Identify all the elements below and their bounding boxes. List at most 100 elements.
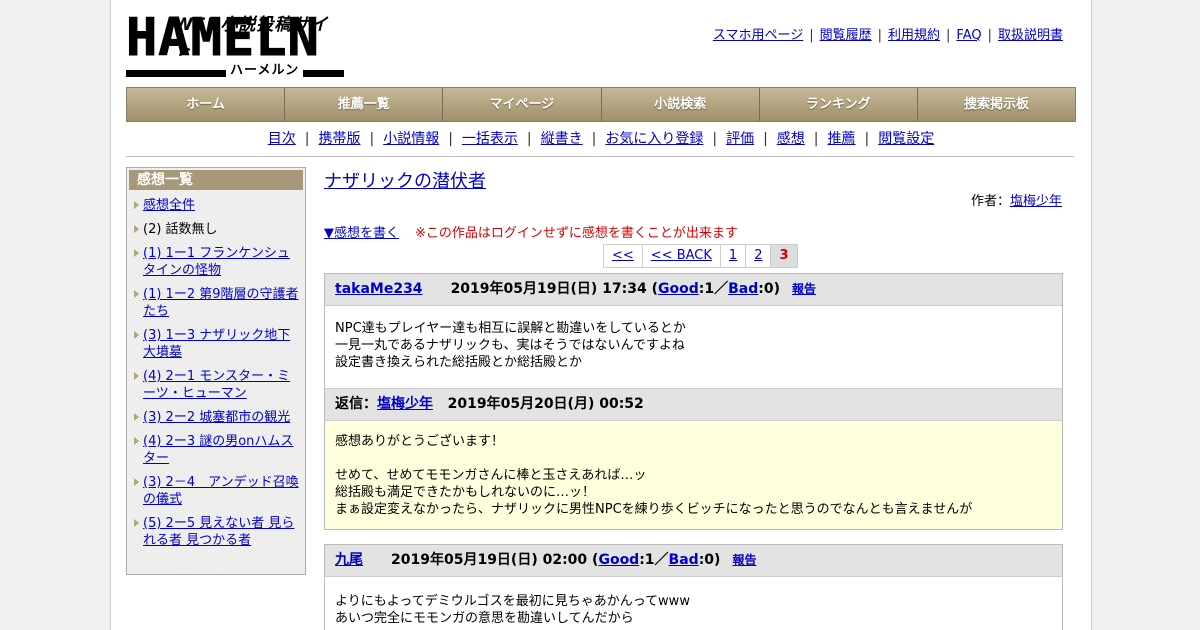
author-line: 作者：塩梅少年 xyxy=(971,190,1062,209)
nav-search-board[interactable]: 捜索掲示板 xyxy=(918,88,1075,121)
reply-body: 感想ありがとうございます！ せめて、せめてモモンガさんに棒と玉さえあれば…ッ 総… xyxy=(325,421,1062,529)
comment-sidebar: 感想一覧 感想全件 (2) 話数無し (1) 1ー1 フランケンシュタインの怪物… xyxy=(126,167,306,575)
sidebar-item-episode[interactable]: (4) 2ー3 謎の男onハムスター xyxy=(127,430,305,471)
comment-body: よりにもよってデミウルゴスを最初に見ちゃあかんってwww あいつ完全にモモンガの… xyxy=(325,577,1062,627)
main-nav: ホーム 推薦一覧 マイページ 小説検索 ランキング 捜索掲示板 xyxy=(126,87,1076,122)
reply-line: 感想ありがとうございます！ xyxy=(335,434,505,449)
reply-date: 2019年05月20日(月) 00:52 xyxy=(447,396,644,412)
comment-header: 九尾 2019年05月19日(日) 02:00 (Good:1／Bad:0) 報告 xyxy=(325,545,1062,577)
sidebar-item-label[interactable]: (4) 2ー3 謎の男onハムスター xyxy=(143,434,293,466)
report-link[interactable]: 報告 xyxy=(732,553,756,567)
sidebar-item-label[interactable]: (1) 1ー2 第9階層の守護者たち xyxy=(143,287,299,319)
good-link[interactable]: Good xyxy=(598,552,639,568)
good-count: :1 xyxy=(639,552,655,568)
subnav-comments[interactable]: 感想 xyxy=(777,131,805,147)
sidebar-item-episode[interactable]: (5) 2ー5 見えない者 見られる者 見つかる者 xyxy=(127,512,305,553)
sidebar-item-episode[interactable]: (4) 2ー1 モンスター・ミーツ・ヒューマン xyxy=(127,365,305,406)
sub-nav: 目次 | 携帯版 | 小説情報 | 一括表示 | 縦書き | お気に入り登録 | 評価 | 感想 | 推薦 | 閲覧… xyxy=(267,131,935,147)
reply-header: 返信：塩梅少年 2019年05月20日(月) 00:52 xyxy=(325,388,1062,421)
logo-kana: ハーメルン xyxy=(226,64,304,78)
bad-link[interactable]: Bad xyxy=(669,552,699,568)
sidebar-item-no-episode: (2) 話数無し xyxy=(127,218,305,242)
reply-line: まぁ設定変えなかったら、ナザリックに男性NPCを練り歩くビッチになったと思うので… xyxy=(335,502,973,517)
sidebar-item-all[interactable]: 感想全件 xyxy=(127,194,305,218)
pager-page-1[interactable]: 1 xyxy=(720,245,747,267)
sidebar-item-episode[interactable]: (1) 1ー1 フランケンシュタインの怪物 xyxy=(127,242,305,283)
comment-user-link[interactable]: 九尾 xyxy=(335,552,363,568)
sidebar-item-episode[interactable]: (3) 2－4 アンデッド召喚の儀式 xyxy=(127,471,305,512)
site-logo[interactable]: HAMELN WEB小説投稿サイト ハーメルン xyxy=(126,8,346,80)
subnav-novel-info[interactable]: 小説情報 xyxy=(383,131,439,147)
write-comment-link[interactable]: ▼感想を書く xyxy=(324,226,399,241)
divider xyxy=(126,156,1074,157)
nav-novel-search[interactable]: 小説検索 xyxy=(602,88,760,121)
reply-line: せめて、せめてモモンガさんに棒と玉さえあれば…ッ xyxy=(335,468,647,483)
author-label: 作者： xyxy=(970,194,1010,209)
subnav-mobile[interactable]: 携帯版 xyxy=(318,131,360,147)
subnav-rating[interactable]: 評価 xyxy=(726,131,754,147)
comment-user-link[interactable]: takaMe234 xyxy=(335,281,423,297)
reply-label: 返信： xyxy=(335,396,377,412)
subnav-toc[interactable]: 目次 xyxy=(268,131,296,147)
reply-blank-line xyxy=(335,450,1052,467)
comment-date: 2019年05月19日(日) 02:00 xyxy=(391,552,588,568)
bad-count: :0 xyxy=(698,552,715,568)
pager-page-2[interactable]: 2 xyxy=(746,245,772,267)
author-link[interactable]: 塩梅少年 xyxy=(1010,194,1062,209)
subnav-view-settings[interactable]: 閲覧設定 xyxy=(878,131,934,147)
sidebar-list: 感想全件 (2) 話数無し (1) 1ー1 フランケンシュタインの怪物 (1) … xyxy=(127,192,305,553)
pager-current: 3 xyxy=(771,245,797,267)
write-comment-line: ▼感想を書く ※この作品はログインせずに感想を書くことが出来ます xyxy=(324,222,738,241)
sidebar-item-label[interactable]: (1) 1ー1 フランケンシュタインの怪物 xyxy=(143,246,290,278)
page-container: HAMELN WEB小説投稿サイト ハーメルン スマホ用ページ | 閲覧履歴 | 利用規… xyxy=(110,0,1092,630)
sidebar-item-label[interactable]: (3) 2－4 アンデッド召喚の儀式 xyxy=(143,475,299,507)
header-links: スマホ用ページ | 閲覧履歴 | 利用規約 | FAQ | 取扱説明書 xyxy=(712,28,1063,43)
sidebar-item-episode[interactable]: (3) 1ー3 ナザリック地下大墳墓 xyxy=(127,324,305,365)
nav-home[interactable]: ホーム xyxy=(127,88,286,121)
report-link[interactable]: 報告 xyxy=(792,282,816,296)
bad-link[interactable]: Bad xyxy=(728,281,758,297)
sidebar-item-label[interactable]: 感想全件 xyxy=(143,198,195,213)
comment-line: NPC達もプレイヤー達も相互に誤解と勘違いをしているとか xyxy=(335,321,686,336)
faq-link[interactable]: FAQ xyxy=(956,28,981,43)
sidebar-item-label[interactable]: (3) 1ー3 ナザリック地下大墳墓 xyxy=(143,328,290,360)
comment-card: 九尾 2019年05月19日(日) 02:00 (Good:1／Bad:0) 報告 … xyxy=(324,544,1063,630)
history-link[interactable]: 閲覧履歴 xyxy=(820,28,872,43)
pagination: << << BACK 1 2 3 xyxy=(603,244,798,268)
comment-line: 設定書き換えられた総括殿とか総括殿とか xyxy=(335,355,583,370)
comment-line: よりにもよってデミウルゴスを最初に見ちゃあかんってwww xyxy=(335,594,690,609)
comment-date: 2019年05月19日(日) 17:34 xyxy=(450,281,647,297)
smartphone-page-link[interactable]: スマホ用ページ xyxy=(713,28,803,43)
subnav-favorite[interactable]: お気に入り登録 xyxy=(605,131,703,147)
sidebar-item-label[interactable]: (3) 2ー2 城塞都市の観光 xyxy=(143,410,290,425)
terms-link[interactable]: 利用規約 xyxy=(888,28,940,43)
manual-link[interactable]: 取扱説明書 xyxy=(998,28,1063,43)
good-link[interactable]: Good xyxy=(658,281,699,297)
reply-line: 総括殿も満足できたかもしれないのに…ッ！ xyxy=(335,485,596,500)
nav-recommend-list[interactable]: 推薦一覧 xyxy=(285,88,444,121)
comment-line: あいつ完全にモモンガの意思を勘違いしてんだから xyxy=(335,611,634,626)
pager-back[interactable]: << BACK xyxy=(642,245,721,267)
good-count: :1 xyxy=(698,281,715,297)
subnav-vertical[interactable]: 縦書き xyxy=(541,131,583,147)
nav-ranking[interactable]: ランキング xyxy=(760,88,918,121)
sidebar-item-label: (2) 話数無し xyxy=(143,222,218,237)
logo-tagline: WEB小説投稿サイト xyxy=(174,15,329,60)
comment-body: NPC達もプレイヤー達も相互に誤解と勘違いをしているとか 一見一丸であるナザリッ… xyxy=(325,306,1062,388)
sidebar-heading: 感想一覧 xyxy=(129,170,303,190)
reply-author-link[interactable]: 塩梅少年 xyxy=(377,396,433,412)
comment-header: takaMe234 2019年05月19日(日) 17:34 (Good:1／Ba… xyxy=(325,274,1062,306)
bad-count: :0 xyxy=(758,281,774,297)
login-note: ※この作品はログインせずに感想を書くことが出来ます xyxy=(415,226,738,241)
sidebar-item-episode[interactable]: (3) 2ー2 城塞都市の観光 xyxy=(127,406,305,430)
novel-title-link[interactable]: ナザリックの潜伏者 xyxy=(324,167,486,193)
comment-line: 一見一丸であるナザリックも、実はそうではないんですよね xyxy=(335,338,685,353)
comment-card: takaMe234 2019年05月19日(日) 17:34 (Good:1／Ba… xyxy=(324,273,1063,530)
sidebar-item-label[interactable]: (4) 2ー1 モンスター・ミーツ・ヒューマン xyxy=(143,369,290,401)
sidebar-item-episode[interactable]: (1) 1ー2 第9階層の守護者たち xyxy=(127,283,305,324)
subnav-show-all[interactable]: 一括表示 xyxy=(462,131,518,147)
pager-first[interactable]: << xyxy=(604,245,643,267)
subnav-recommend[interactable]: 推薦 xyxy=(828,131,856,147)
nav-mypage[interactable]: マイページ xyxy=(443,88,602,121)
sidebar-item-label[interactable]: (5) 2ー5 見えない者 見られる者 見つかる者 xyxy=(143,516,294,548)
